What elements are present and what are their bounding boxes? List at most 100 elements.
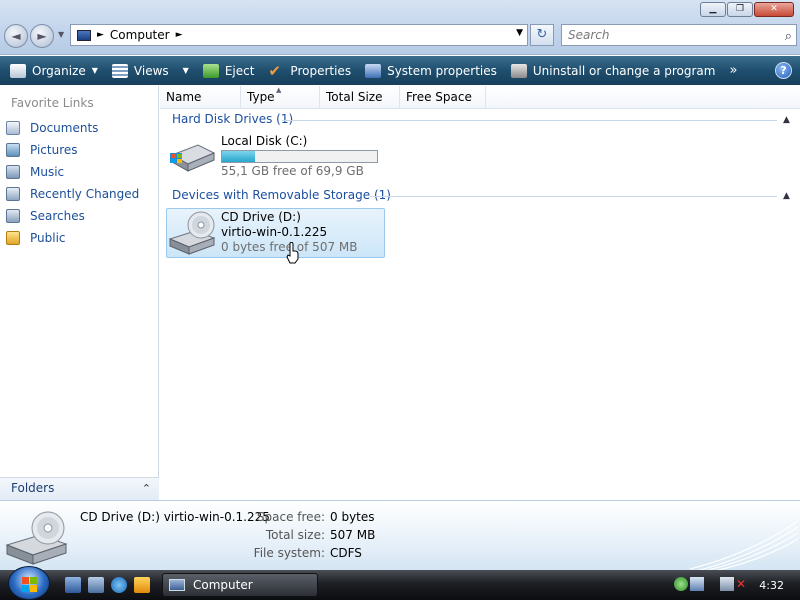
sidebar-item-music[interactable]: Music [6,163,64,181]
uninstall-program-label: Uninstall or change a program [532,63,716,78]
more-commands-button[interactable]: » [725,56,741,85]
sidebar-item-label: Pictures [30,143,78,157]
network-status-icon[interactable] [674,577,688,591]
eject-button[interactable]: Eject [199,56,259,85]
folders-label: Folders [11,481,55,495]
properties-button[interactable]: ✔ Properties [264,56,355,85]
pictures-icon [6,143,20,157]
minimize-button[interactable]: ▁ [700,2,726,17]
window-controls: ▁ ❐ ✕ [700,2,794,17]
chevron-down-icon: ▼ [182,66,189,75]
media-player-icon[interactable] [134,577,150,593]
search-icon[interactable]: ⌕ [785,27,792,47]
breadcrumb-computer[interactable]: Computer [110,28,170,42]
show-desktop-icon[interactable] [65,577,81,593]
drive-free-space: 55,1 GB free of 69,9 GB [221,164,364,178]
uninstall-program-icon [510,63,527,78]
address-bar[interactable]: ► Computer ► ▼ [70,24,528,46]
details-pane: CD Drive (D:) virtio-win-0.1.225 Space f… [0,500,800,570]
back-button[interactable]: ◄ [4,24,28,48]
file-system-value: CDFS [330,546,362,560]
views-button[interactable]: Views ▼ [108,56,193,85]
switch-windows-icon[interactable] [88,577,104,593]
chevron-up-icon: ⌃ [141,482,151,495]
collapse-group-icon[interactable]: ▲ [783,191,790,201]
maximize-button[interactable]: ❐ [727,2,753,17]
recent-pages-dropdown-icon[interactable]: ▼ [58,30,64,39]
column-name[interactable]: Name [160,86,241,109]
sidebar-item-recently-changed[interactable]: Recently Changed [6,185,139,203]
search-input[interactable]: Search ⌕ [561,24,797,46]
drive-volume-label: virtio-win-0.1.225 [221,225,328,239]
public-folder-icon [6,231,20,245]
system-properties-button[interactable]: System properties [361,56,501,85]
drive-name: Local Disk (C:) [221,134,308,148]
group-title-removable-storage[interactable]: Devices with Removable Storage (1) [172,188,391,202]
cd-drive-icon [168,211,216,255]
sidebar-item-label: Documents [30,121,99,135]
column-header-row: Name Type Total Size Free Space [160,86,800,109]
refresh-button[interactable]: ↻ [530,24,554,46]
space-free-label: Space free: [256,510,325,524]
hard-disk-drive-icon [170,144,216,172]
disk-usage-bar-fill [222,151,255,162]
search-placeholder: Search [568,28,610,42]
music-icon [6,165,20,179]
column-free-space[interactable]: Free Space [400,86,486,109]
group-title-hard-disk-drives[interactable]: Hard Disk Drives (1) [172,112,293,126]
safety-icon[interactable] [690,577,704,591]
internet-explorer-icon[interactable] [111,577,127,593]
space-free-value: 0 bytes [330,510,375,524]
views-icon [111,63,128,78]
sidebar-item-label: Searches [30,209,85,223]
sidebar-item-label: Public [30,231,66,245]
drive-name: CD Drive (D:) [221,210,301,224]
system-properties-icon [365,63,382,78]
eject-label: Eject [224,63,255,78]
forward-button[interactable]: ► [30,24,54,48]
uninstall-program-button[interactable]: Uninstall or change a program [507,56,720,85]
organize-button[interactable]: Organize ▼ [6,56,102,85]
taskbar-item-label: Computer [193,578,253,592]
properties-checkmark-icon: ✔ [268,61,281,80]
title-address-bar: ▁ ❐ ✕ ◄ ► ▼ ► Computer ► ▼ ↻ Search ⌕ [0,0,800,55]
navigation-pane: Favorite Links Documents Pictures Music … [0,86,159,500]
sidebar-item-label: Music [30,165,65,179]
eject-icon [202,63,219,78]
computer-icon [77,29,91,41]
volume-muted-icon[interactable]: ✕ [736,577,750,591]
system-tray: ✕ 4:32 [668,573,800,597]
organize-label: Organize [32,63,86,78]
help-icon[interactable]: ? [775,62,792,79]
sidebar-item-documents[interactable]: Documents [6,119,98,137]
column-total-size[interactable]: Total Size [320,86,400,109]
network-disconnected-icon[interactable] [720,577,734,591]
sidebar-item-searches[interactable]: Searches [6,207,85,225]
group-divider [370,196,777,197]
sidebar-item-public[interactable]: Public [6,229,66,247]
disk-usage-bar [221,150,378,163]
sort-arrow-icon: ▲ [276,86,282,94]
total-size-label: Total size: [265,528,325,542]
favorite-links-title: Favorite Links [11,96,94,110]
taskbar-item-computer[interactable]: Computer [162,573,318,597]
breadcrumb-arrow-icon[interactable]: ► [97,30,104,40]
clock[interactable]: 4:32 [759,579,784,592]
computer-window-icon [169,579,185,591]
start-button[interactable] [8,566,50,600]
close-button[interactable]: ✕ [754,2,794,17]
sidebar-item-label: Recently Changed [30,187,140,201]
breadcrumb-arrow-icon[interactable]: ► [176,30,183,40]
decorative-swoosh [690,520,799,570]
cd-drive-large-icon [5,511,68,565]
taskbar: Computer ✕ 4:32 [0,566,800,600]
group-divider [282,120,777,121]
collapse-group-icon[interactable]: ▲ [783,115,790,125]
address-dropdown-icon[interactable]: ▼ [516,28,523,38]
hand-cursor-icon [286,242,299,264]
recently-changed-icon [6,187,20,201]
folders-toggle[interactable]: Folders ⌃ [0,477,159,500]
sidebar-item-pictures[interactable]: Pictures [6,141,78,159]
command-bar: Organize ▼ Views ▼ Eject ✔ Properties Sy… [0,56,800,85]
total-size-value: 507 MB [330,528,376,542]
